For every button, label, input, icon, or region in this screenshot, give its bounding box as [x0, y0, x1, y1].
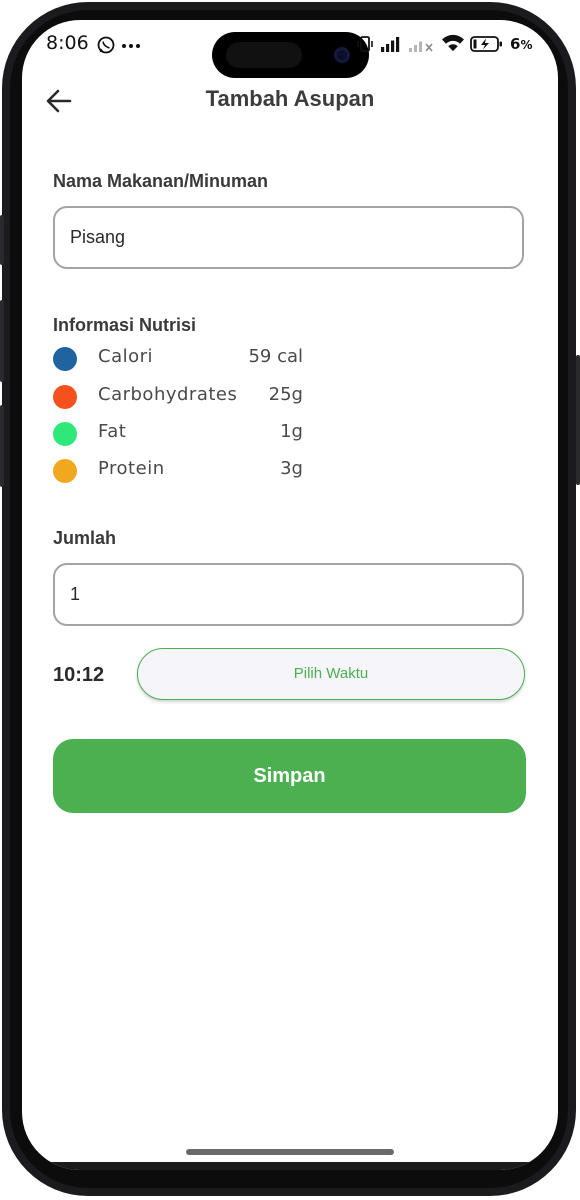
food-name-input[interactable]	[55, 208, 490, 267]
nutrition-row-calori: Calori 59 cal	[53, 346, 313, 374]
dynamic-island	[212, 32, 369, 78]
side-button-left-upper	[0, 215, 4, 265]
front-camera	[334, 47, 350, 63]
nutrition-label: Informasi Nutrisi	[53, 315, 197, 335]
side-button-left-middle	[0, 300, 4, 382]
pick-time-button[interactable]: Pilih Waktu	[137, 648, 525, 700]
battery-percent-value: 6	[510, 35, 521, 53]
fat-color-dot	[53, 422, 77, 446]
vibrate-icon	[357, 36, 373, 52]
wifi-icon	[442, 34, 464, 51]
side-button-left-lower	[0, 405, 4, 487]
nutrition-value: 59 cal	[248, 346, 303, 367]
nutrition-row-protein: Protein 3g	[53, 458, 313, 486]
selected-time: 10:12	[53, 664, 105, 686]
home-indicator[interactable]	[186, 1149, 394, 1155]
protein-color-dot	[53, 459, 77, 483]
nutrition-value: 25g	[268, 384, 303, 405]
carbohydrates-color-dot	[53, 385, 77, 409]
signal-no-service-icon	[409, 41, 433, 52]
app-screen: 8:06 6% Tambah Asupan Nama Makanan/Minum…	[22, 20, 558, 1170]
side-button-right	[576, 355, 580, 485]
calori-color-dot	[53, 347, 77, 371]
nutrition-value: 1g	[280, 421, 303, 442]
island-sensor	[226, 42, 302, 68]
quantity-label: Jumlah	[53, 528, 117, 548]
nutrition-row-carbohydrates: Carbohydrates 25g	[53, 384, 313, 412]
status-time: 8:06	[46, 32, 89, 54]
nutrition-value: 3g	[280, 458, 303, 479]
food-name-label: Nama Makanan/Minuman	[53, 171, 269, 191]
quantity-field[interactable]	[53, 563, 524, 626]
nutrition-name: Carbohydrates	[98, 384, 238, 405]
more-dots-icon	[122, 44, 140, 48]
battery-charging-icon	[470, 36, 502, 52]
signal-icon	[381, 37, 400, 52]
food-name-field[interactable]	[53, 206, 524, 269]
page-title: Tambah Asupan	[205, 86, 375, 111]
save-button[interactable]: Simpan	[53, 739, 526, 813]
bottom-bezel	[22, 1162, 558, 1170]
nutrition-name: Calori	[98, 346, 154, 367]
nutrition-name: Protein	[98, 458, 165, 479]
quantity-input[interactable]	[55, 565, 490, 624]
whatsapp-icon	[97, 36, 115, 54]
nutrition-row-fat: Fat 1g	[53, 421, 313, 449]
nutrition-name: Fat	[98, 421, 127, 442]
battery-percent: 6%	[510, 35, 533, 53]
